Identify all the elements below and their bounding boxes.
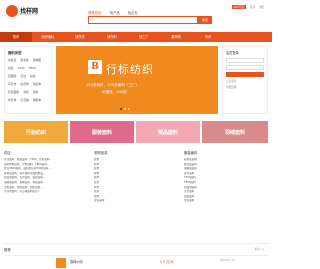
password-field[interactable] [226,65,264,70]
category-link[interactable]: 提花布 [20,82,28,86]
fabric-title: 服装面料 [184,151,198,155]
search-button[interactable]: 搜索 [198,16,212,24]
category-link[interactable]: 羽绒服 [33,58,41,62]
search-tab-company[interactable]: 找企业 [128,10,138,15]
category-link[interactable]: T400 [18,66,25,70]
login-button[interactable] [226,72,264,77]
login-link[interactable]: 登录 [250,5,255,9]
banner-pagination [120,108,130,110]
category-link[interactable]: 锦纶 [33,90,39,94]
purchase-list: 找布 找布 找布 找布 找布 找布 找布 找布 找布 更多采购 [94,158,174,204]
nav-item-factory[interactable]: 找工厂 [128,32,160,42]
top-links: APP下载 登录 注册 [231,5,264,9]
product-name[interactable]: 涤棉纱纺 [70,259,83,264]
register-link[interactable]: 注册 [259,5,264,9]
search-tabs: 搜索供应 找产品 找企业 [88,10,138,15]
login-title: 会员登录 [226,51,239,55]
purchase-title: 采购信息 [94,151,108,155]
main-nav: 首页 纺织面料 找样衣 找布料 找工厂 要采购 资讯 [0,32,272,42]
search-tab-product[interactable]: 找产品 [110,10,120,15]
category-link[interactable]: 春夏装 [8,58,16,62]
section-divider [4,243,268,244]
category-link[interactable]: 棉麻布 [33,98,41,102]
category-row: 印花布 提花布 色织布 [8,82,48,86]
banner-title: 行标纺织 [106,63,154,76]
nav-item-fabric[interactable]: 纺织面料 [32,32,64,42]
category-link[interactable]: 涤纶 [23,90,29,94]
category-link[interactable]: T800 [29,66,36,70]
category-link[interactable]: 天丝 [20,74,26,78]
list-item[interactable]: 更多采购 [94,199,174,204]
list-item[interactable]: 牛仔布面料、灯芯绒面料供应... [4,190,88,195]
banner-dot[interactable] [124,108,126,110]
category-link[interactable]: 灯芯绒 [20,98,28,102]
recommend-title: 推荐 [4,248,11,252]
category-row: 真丝 T400 T800 [8,66,48,70]
category-link[interactable]: 印花布 [8,82,16,86]
search-input[interactable] [88,16,198,24]
product-date: 2023-07-11 [220,259,236,262]
nav-item-cloth[interactable]: 找布料 [96,32,128,42]
brand-logo-icon: B [88,60,102,74]
ad-banner-3[interactable]: 精品面料 [136,121,200,143]
username-field[interactable] [226,58,264,63]
category-link[interactable]: 氨纶 [30,74,36,78]
forgot-password-link[interactable]: 忘记密码 [226,79,264,83]
category-row: 春夏装 秋冬装 羽绒服 [8,58,48,62]
product-price: 5.0 元/米 [160,260,174,264]
nav-item-sample[interactable]: 找样衣 [64,32,96,42]
category-panel: 面料类型 春夏装 秋冬装 羽绒服 真丝 T400 T800 四面弹 天丝 氨纶 … [4,46,52,114]
supply-title: 供应 [4,151,11,155]
banner-dot[interactable] [120,108,122,110]
logo-subtitle: zaoyang.com [20,13,38,16]
category-row: 四面弹 天丝 氨纶 [8,74,48,78]
ad-banner-1[interactable]: 行标纺织 [4,121,68,143]
nav-item-home[interactable]: 首页 [0,32,32,42]
category-link[interactable]: 真丝 [8,66,14,70]
category-row: 牛仔布 灯芯绒 棉麻布 [8,98,48,102]
ad-banner-2[interactable]: 服装面料 [70,121,134,143]
recommend-more-link[interactable]: 更多>> [254,247,264,251]
nav-item-news[interactable]: 资讯 [192,32,224,42]
app-download-link[interactable]: APP下载 [231,5,246,9]
category-title: 面料类型 [8,51,22,55]
category-link[interactable]: 牛仔布 [8,98,16,102]
fabric-list: 春夏装面料 秋冬装面料 羽绒服面料 真丝面料 T400面料 T800面料 四面弹… [184,158,268,204]
product-thumbnail[interactable] [56,258,66,268]
category-link[interactable]: 秋冬装 [20,58,28,62]
category-row: 针织面料 涤纶 锦纶 [8,90,48,94]
login-panel: 会员登录 忘记密码 免费注册 [222,46,268,114]
nav-item-purchase[interactable]: 要采购 [160,32,192,42]
ad-banner-4[interactable]: 羽绒面料 [202,121,268,143]
banner-dot[interactable] [128,108,130,110]
hero-banner[interactable] [56,46,218,114]
free-register-link[interactable]: 免费注册 [226,85,264,89]
category-link[interactable]: 四面弹 [8,74,16,78]
recommend-row[interactable] [4,255,268,269]
category-link[interactable]: 色织布 [33,82,41,86]
list-item[interactable]: 更多面料 [184,199,268,204]
category-link[interactable]: 针织面料 [8,90,19,94]
logo-icon[interactable] [6,5,18,17]
supply-list: 专注面料、服装面料、T400、针织面料... 面料布料提供、户外面料、T800面… [4,158,88,195]
banner-line-1: 250多面料，150多面料（工厂） [86,83,140,87]
search-tab-supply[interactable]: 搜索供应 [88,10,102,15]
banner-line-2: 价格低，200起 [102,90,127,94]
